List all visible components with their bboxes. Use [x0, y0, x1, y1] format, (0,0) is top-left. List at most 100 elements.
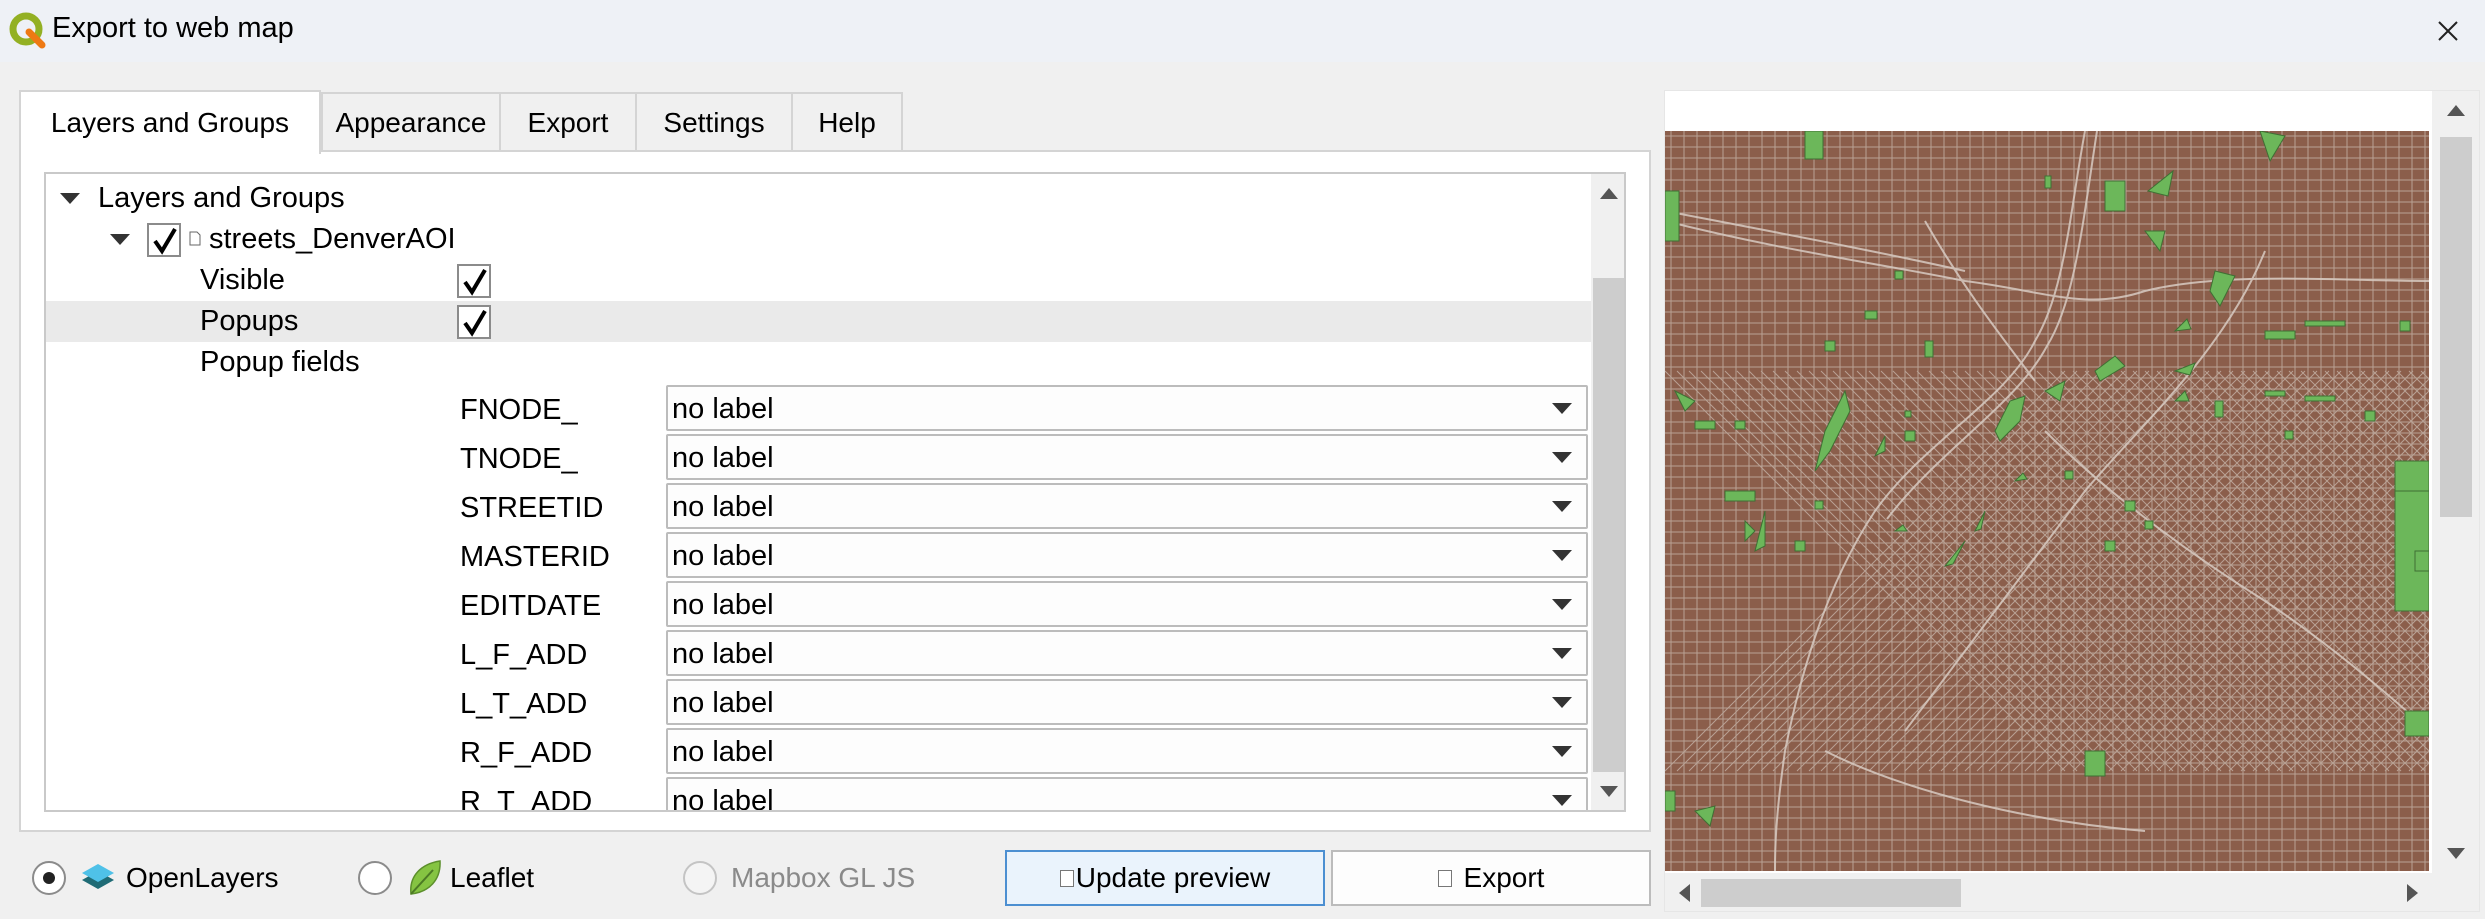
tab-help[interactable]: Help — [791, 92, 903, 152]
preview-icon — [1059, 869, 1074, 887]
tab-appearance[interactable]: Appearance — [321, 92, 501, 152]
expand-arrow-icon[interactable] — [110, 234, 130, 245]
qgis-logo-icon — [9, 12, 46, 49]
layer-name: streets_DenverAOI — [209, 223, 456, 255]
radio-openlayers[interactable] — [32, 861, 66, 895]
preview-horizontal-scrollbar[interactable] — [1665, 873, 2432, 911]
tree-root-label: Layers and Groups — [98, 182, 345, 214]
map-preview[interactable] — [1664, 90, 2480, 912]
close-icon — [2438, 21, 2458, 41]
tree-root-row[interactable]: Layers and Groups — [46, 178, 1591, 219]
radio-leaflet[interactable] — [358, 861, 392, 895]
field-name: R_F_ADD — [460, 737, 593, 769]
dropdown-value: no label — [672, 687, 774, 719]
leaflet-label: Leaflet — [450, 862, 535, 893]
leaflet-icon — [410, 860, 441, 895]
chevron-down-icon — [1552, 550, 1572, 561]
field-name: R_T_ADD — [460, 786, 593, 812]
dropdown-value: no label — [672, 785, 774, 812]
arrow-up-icon — [1599, 188, 1618, 199]
field-label-dropdown[interactable]: no label — [666, 728, 1588, 774]
popup-fields-label: Popup fields — [200, 346, 360, 378]
field-label-dropdown[interactable]: no label — [666, 483, 1588, 529]
preview-vertical-scrollbar[interactable] — [2432, 91, 2479, 911]
scroll-thumb[interactable] — [2440, 137, 2472, 517]
popups-label: Popups — [200, 305, 299, 337]
field-name: STREETID — [460, 492, 604, 524]
export-label: Export — [1463, 862, 1545, 893]
field-name: MASTERID — [460, 541, 610, 573]
map-canvas[interactable] — [1665, 131, 2429, 871]
arrow-right-icon — [2407, 883, 2418, 902]
dropdown-value: no label — [672, 491, 774, 523]
expand-arrow-icon[interactable] — [60, 193, 80, 204]
tab-export[interactable]: Export — [499, 92, 637, 152]
scroll-thumb[interactable] — [1593, 278, 1624, 772]
field-row: MASTERID no label — [46, 532, 1591, 580]
chevron-down-icon — [1552, 648, 1572, 659]
layer-checkbox[interactable] — [147, 223, 181, 257]
dropdown-value: no label — [672, 589, 774, 621]
chevron-down-icon — [1552, 697, 1572, 708]
field-row: TNODE_ no label — [46, 434, 1591, 482]
check-icon — [463, 309, 487, 337]
scroll-right-button[interactable] — [2395, 875, 2430, 910]
field-row: R_T_ADD no label — [46, 777, 1591, 812]
arrow-down-icon — [2446, 848, 2465, 859]
title-bar: Export to web map — [0, 0, 2485, 62]
arrow-down-icon — [1599, 786, 1618, 797]
export-icon — [1437, 869, 1452, 887]
field-name: L_F_ADD — [460, 639, 588, 671]
export-button[interactable]: Export — [1331, 850, 1651, 906]
chevron-down-icon — [1552, 403, 1572, 414]
popups-checkbox[interactable] — [457, 305, 491, 339]
layers-tree: Layers and Groups streets_DenverAOI Visi… — [44, 172, 1626, 812]
field-label-dropdown[interactable]: no label — [666, 385, 1588, 431]
close-button[interactable] — [2425, 8, 2471, 54]
field-row: FNODE_ no label — [46, 385, 1591, 433]
dropdown-value: no label — [672, 638, 774, 670]
arrow-left-icon — [1679, 883, 1690, 902]
scroll-down-button[interactable] — [1591, 774, 1624, 809]
scroll-up-button[interactable] — [2438, 93, 2473, 128]
field-name: TNODE_ — [460, 443, 578, 475]
visible-label: Visible — [200, 264, 285, 296]
dropdown-value: no label — [672, 540, 774, 572]
field-label-dropdown[interactable]: no label — [666, 777, 1588, 812]
scroll-up-button[interactable] — [1591, 176, 1624, 211]
chevron-down-icon — [1552, 452, 1572, 463]
scroll-thumb[interactable] — [1701, 879, 1961, 907]
field-label-dropdown[interactable]: no label — [666, 581, 1588, 627]
layer-row[interactable]: streets_DenverAOI — [46, 219, 1591, 260]
scroll-down-button[interactable] — [2438, 836, 2473, 871]
radio-mapbox[interactable] — [683, 861, 717, 895]
layer-file-icon — [189, 231, 201, 246]
field-label-dropdown[interactable]: no label — [666, 679, 1588, 725]
field-row: R_F_ADD no label — [46, 728, 1591, 776]
field-label-dropdown[interactable]: no label — [666, 434, 1588, 480]
mapbox-label: Mapbox GL JS — [731, 862, 916, 893]
chevron-down-icon — [1552, 795, 1572, 806]
update-preview-button[interactable]: Update preview — [1005, 850, 1325, 906]
chevron-down-icon — [1552, 501, 1572, 512]
field-name: FNODE_ — [460, 394, 578, 426]
window-title: Export to web map — [52, 12, 294, 44]
field-label-dropdown[interactable]: no label — [666, 532, 1588, 578]
update-preview-label: Update preview — [1075, 862, 1271, 893]
openlayers-label: OpenLayers — [126, 862, 279, 893]
tab-settings[interactable]: Settings — [635, 92, 793, 152]
tree-scrollbar[interactable] — [1591, 174, 1624, 810]
popups-row: Popups — [46, 301, 1591, 342]
dropdown-value: no label — [672, 393, 774, 425]
chevron-down-icon — [1552, 599, 1572, 610]
field-label-dropdown[interactable]: no label — [666, 630, 1588, 676]
visible-checkbox[interactable] — [457, 264, 491, 298]
field-row: L_T_ADD no label — [46, 679, 1591, 727]
field-name: L_T_ADD — [460, 688, 588, 720]
tab-layers-and-groups[interactable]: Layers and Groups — [19, 90, 321, 154]
visible-row: Visible — [46, 260, 1591, 301]
dropdown-value: no label — [672, 736, 774, 768]
field-row: STREETID no label — [46, 483, 1591, 531]
scroll-left-button[interactable] — [1667, 875, 1702, 910]
check-icon — [153, 227, 177, 255]
